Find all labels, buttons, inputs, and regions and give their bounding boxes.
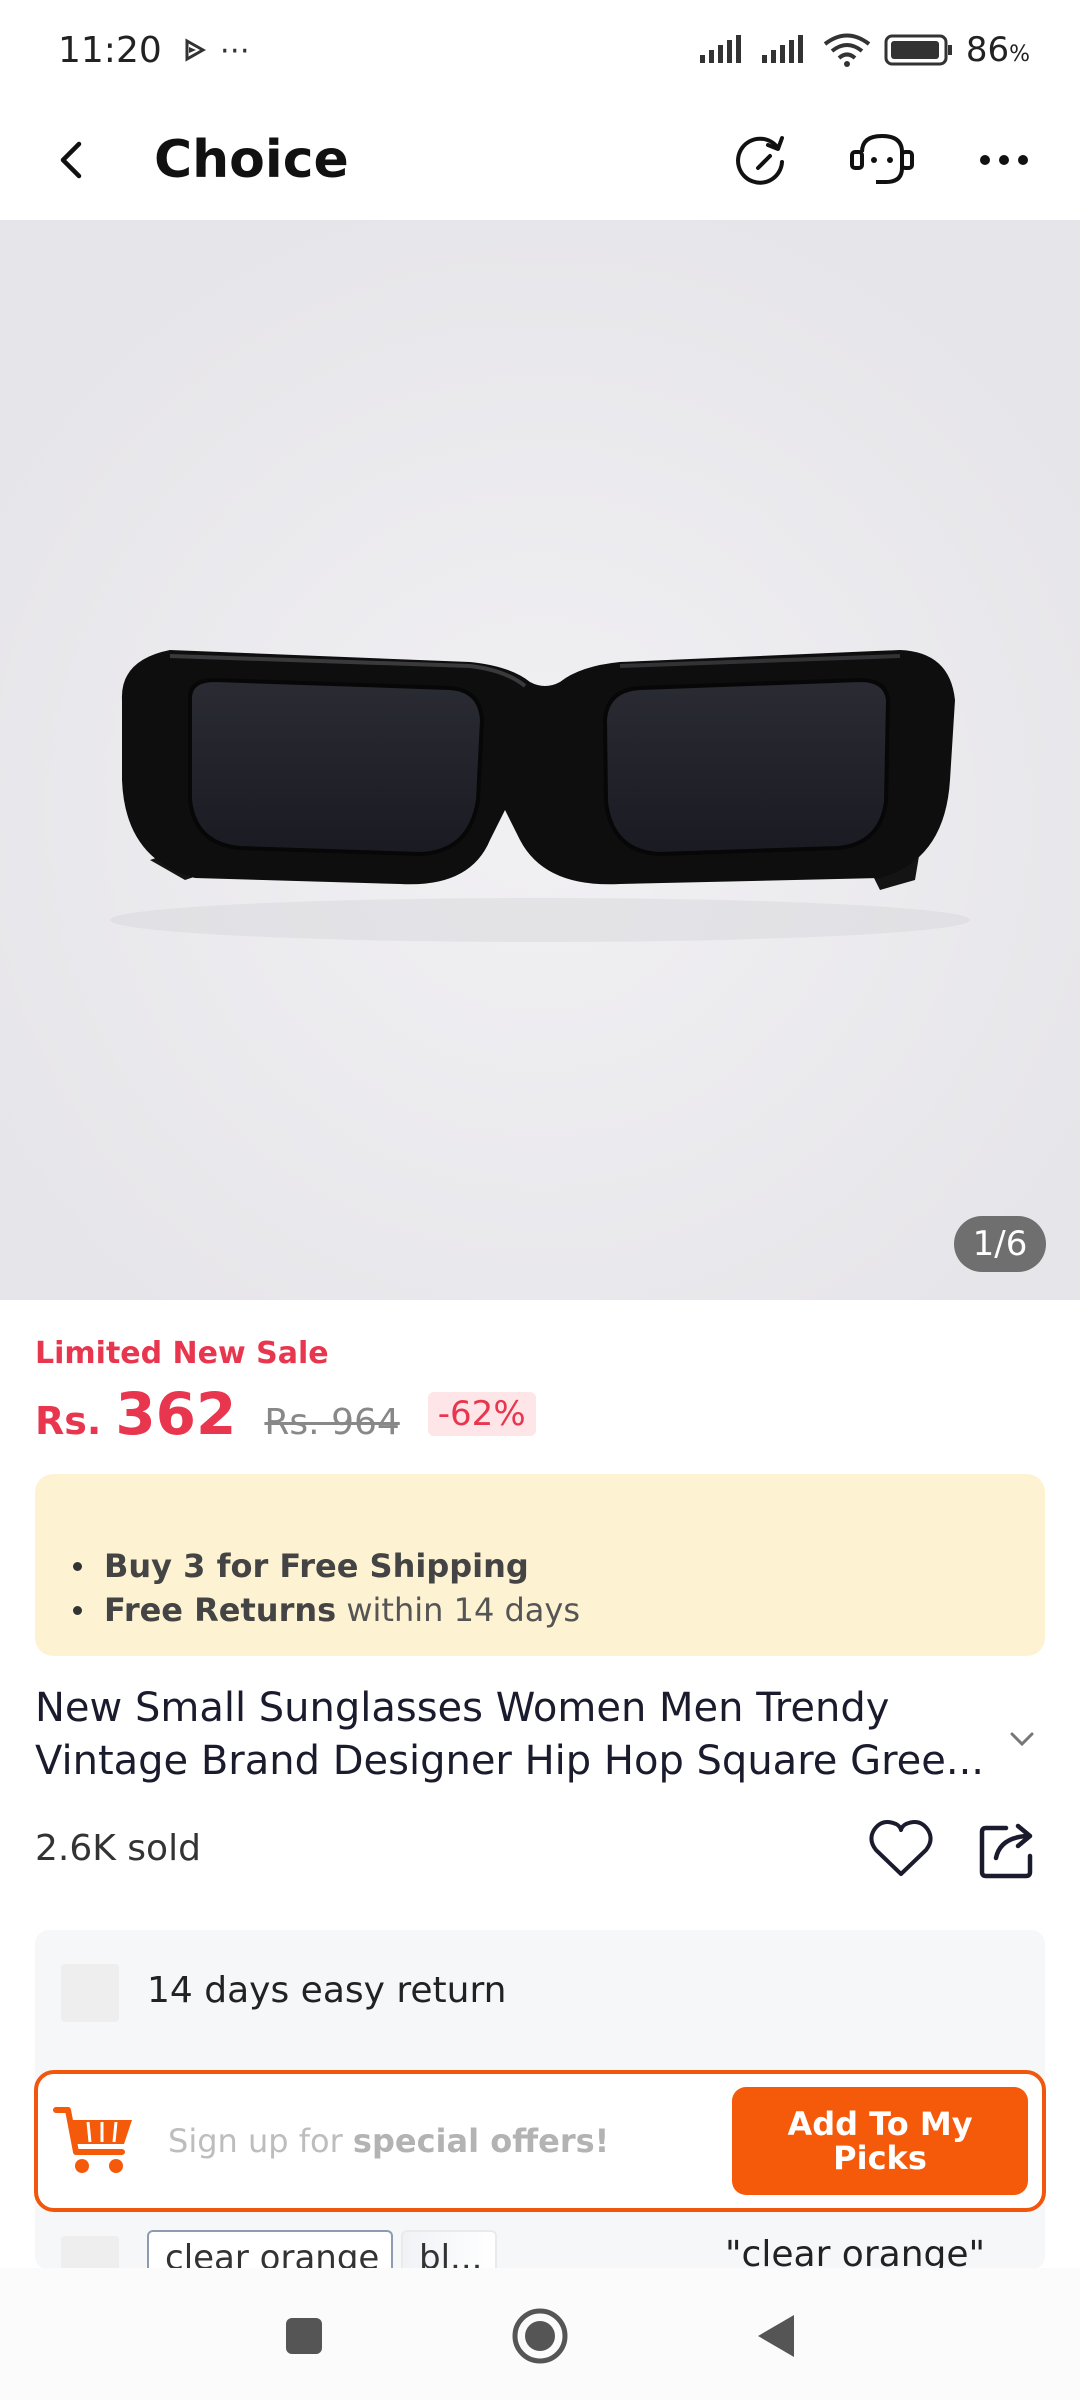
variant-chip-clear-orange[interactable]: clear orange xyxy=(147,2230,393,2270)
recents-button[interactable] xyxy=(274,2306,334,2366)
current-price: 362 xyxy=(115,1380,237,1448)
signal-2-icon xyxy=(761,35,803,63)
status-more-icon: ⋯ xyxy=(219,32,250,68)
triangle-back-icon xyxy=(758,2315,794,2357)
signup-text: Sign up for special offers! xyxy=(168,2122,610,2160)
product-image-gallery[interactable]: 1/6 xyxy=(0,220,1080,1300)
price-row: Rs. 362 Rs. 964 -62% xyxy=(35,1380,536,1448)
status-bar: 11:20 ⋯ 86% xyxy=(58,29,1030,71)
page-title: Choice xyxy=(154,130,349,190)
top-nav: Choice xyxy=(0,100,1080,220)
sale-label: Limited New Sale xyxy=(35,1336,329,1371)
cart-icon xyxy=(53,2107,132,2173)
more-button[interactable] xyxy=(968,124,1040,196)
wifi-icon xyxy=(823,33,871,67)
chatbot-icon xyxy=(850,134,914,184)
customer-service-button[interactable] xyxy=(846,124,918,196)
price-currency: Rs. xyxy=(35,1399,102,1443)
battery-icon xyxy=(884,34,952,66)
status-time: 11:20 xyxy=(58,29,162,71)
chevron-down-icon[interactable] xyxy=(1002,1724,1042,1754)
add-to-picks-button[interactable]: Add To My Picks xyxy=(732,2087,1028,2195)
history-button[interactable] xyxy=(724,124,796,196)
chevron-left-icon xyxy=(60,141,82,179)
battery-level: 86 xyxy=(965,30,1010,70)
share-button[interactable] xyxy=(976,1816,1040,1882)
product-title[interactable]: New Small Sunglasses Women Men Trendy Vi… xyxy=(35,1682,1015,1788)
heart-icon xyxy=(869,1820,933,1876)
original-price: Rs. 964 xyxy=(264,1402,400,1443)
share-icon xyxy=(979,1823,1033,1879)
variant-chip-black[interactable]: bl... xyxy=(401,2230,497,2270)
signal-icon xyxy=(699,35,741,63)
discount-badge: -62% xyxy=(427,1392,536,1436)
signup-banner[interactable]: Sign up for special offers! Add To My Pi… xyxy=(34,2070,1046,2212)
image-counter: 1/6 xyxy=(954,1216,1046,1272)
benefit-returns: Free Returns within 14 days xyxy=(73,1588,1045,1632)
sold-count: 2.6K sold xyxy=(35,1828,201,1869)
back-nav-button[interactable] xyxy=(746,2306,806,2366)
bullet-icon xyxy=(73,1561,82,1571)
choice-benefits-box[interactable]: Buy 3 for Free Shipping Free Returns wit… xyxy=(35,1474,1045,1656)
benefit-shipping: Buy 3 for Free Shipping xyxy=(73,1544,1045,1588)
home-button[interactable] xyxy=(510,2306,570,2366)
return-icon xyxy=(61,1964,119,2022)
refresh-clock-icon xyxy=(736,136,784,185)
sunglasses-product-image xyxy=(0,220,1080,1300)
variant-icon xyxy=(61,2236,119,2270)
wishlist-button[interactable] xyxy=(866,1816,936,1882)
square-icon xyxy=(286,2318,322,2354)
back-button[interactable] xyxy=(40,128,104,192)
bullet-icon xyxy=(73,1605,82,1615)
more-dots-icon xyxy=(980,155,1028,165)
circle-icon xyxy=(512,2308,568,2364)
return-policy[interactable]: 14 days easy return xyxy=(147,1970,506,2011)
play-icon xyxy=(185,38,206,62)
